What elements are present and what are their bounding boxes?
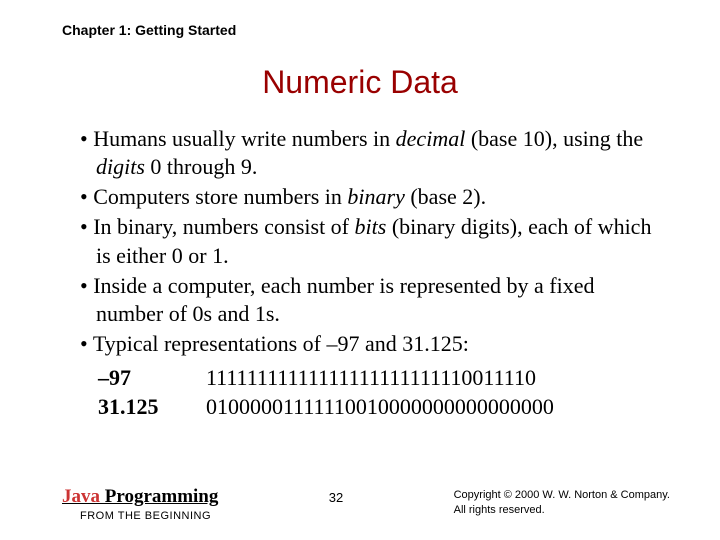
footer: Java Programming FROM THE BEGINNING 32 C… (62, 486, 670, 522)
row-label: –97 (98, 364, 206, 393)
copyright: Copyright © 2000 W. W. Norton & Company.… (454, 486, 670, 518)
bullet-item: Inside a computer, each number is repres… (80, 272, 658, 328)
emph: decimal (396, 126, 466, 151)
brand-programming: Programming (100, 486, 218, 507)
text: (base 10), using the (465, 126, 643, 151)
brand-title: Java Programming (62, 486, 218, 508)
row-label: 31.125 (98, 393, 206, 422)
emph: bits (355, 214, 387, 239)
text: (base 2). (405, 184, 486, 209)
bullet-item: Humans usually write numbers in decimal … (80, 125, 658, 181)
row-value: 11111111111111111111111110011110 (206, 364, 536, 393)
copyright-line: All rights reserved. (454, 503, 670, 518)
text: Humans usually write numbers in (93, 126, 395, 151)
table-row: –97 11111111111111111111111110011110 (98, 364, 658, 393)
text: Computers store numbers in (93, 184, 347, 209)
emph: digits (96, 154, 145, 179)
slide-title: Numeric Data (62, 64, 658, 101)
emph: binary (347, 184, 404, 209)
slide: Chapter 1: Getting Started Numeric Data … (0, 0, 720, 540)
bullet-list: Humans usually write numbers in decimal … (62, 125, 658, 358)
text: 0 through 9. (145, 154, 257, 179)
brand-java: Java (62, 486, 100, 507)
chapter-header: Chapter 1: Getting Started (62, 22, 658, 38)
table-row: 31.125 01000001111110010000000000000000 (98, 393, 658, 422)
binary-table: –97 11111111111111111111111110011110 31.… (98, 364, 658, 421)
text: In binary, numbers consist of (93, 214, 354, 239)
bullet-item: Computers store numbers in binary (base … (80, 183, 658, 211)
text: Inside a computer, each number is repres… (93, 273, 594, 326)
brand-subtitle: FROM THE BEGINNING (62, 510, 218, 522)
row-value: 01000001111110010000000000000000 (206, 393, 554, 422)
page-number: 32 (329, 486, 343, 505)
copyright-line: Copyright © 2000 W. W. Norton & Company. (454, 488, 670, 503)
brand: Java Programming FROM THE BEGINNING (62, 486, 218, 522)
bullet-item: Typical representations of –97 and 31.12… (80, 330, 658, 358)
text: Typical representations of –97 and 31.12… (93, 331, 469, 356)
bullet-item: In binary, numbers consist of bits (bina… (80, 213, 658, 269)
